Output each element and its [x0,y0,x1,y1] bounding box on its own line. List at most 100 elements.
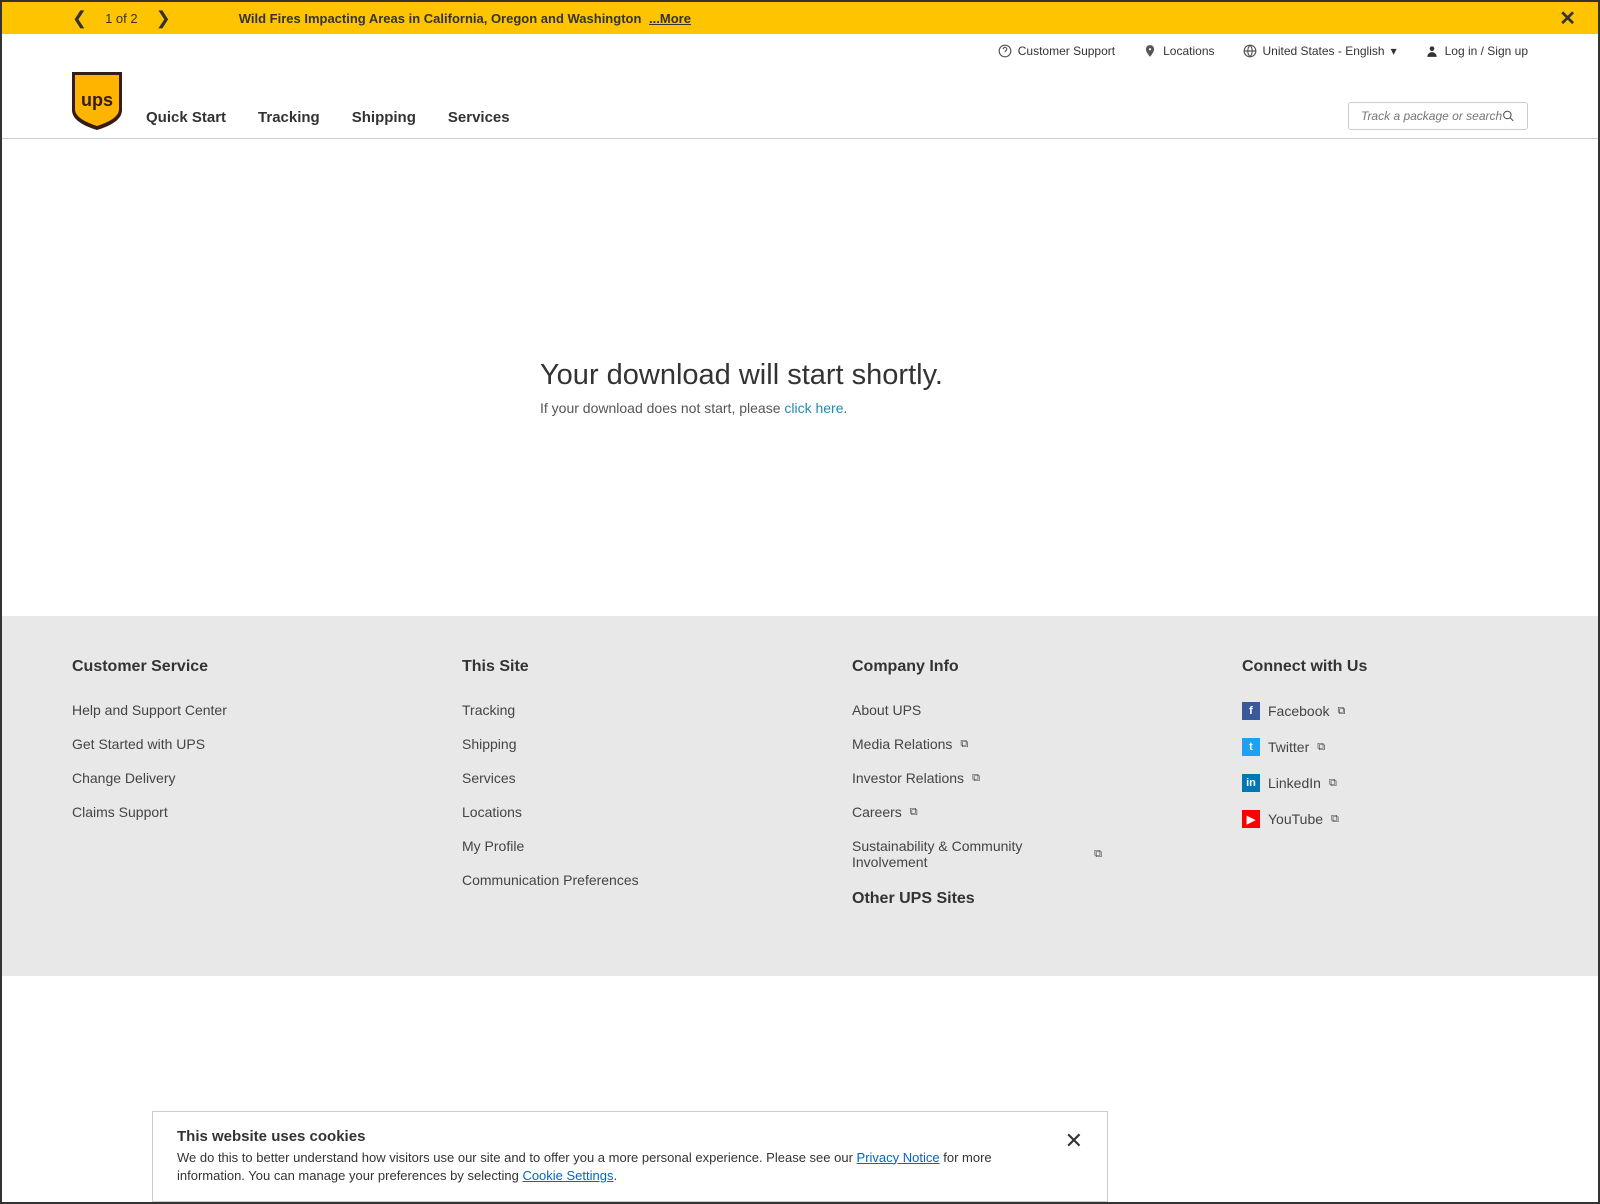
linkedin-icon: in [1242,774,1260,792]
footer-heading-cs: Customer Service [72,658,322,676]
header-main: ups Quick Start Tracking Shipping Servic… [72,72,1528,138]
external-link-icon: ⧉ [1317,741,1325,754]
youtube-label: YouTube [1268,811,1323,827]
external-link-icon: ⧉ [1331,813,1339,826]
cookie-title: This website uses cookies [177,1128,1045,1145]
nav-quick-start[interactable]: Quick Start [146,109,226,126]
footer-link-investor-label: Investor Relations [852,770,964,786]
location-icon [1143,44,1157,58]
ups-logo[interactable]: ups [72,72,122,130]
footer-link-tracking[interactable]: Tracking [462,702,712,718]
chevron-down-icon: ▾ [1391,44,1397,58]
nav-shipping[interactable]: Shipping [352,109,416,126]
login-label: Log in / Sign up [1445,44,1528,58]
nav-services[interactable]: Services [448,109,510,126]
cookie-text-1: We do this to better understand how visi… [177,1150,857,1165]
cookie-banner: This website uses cookies We do this to … [152,1111,1108,1202]
footer-link-change-delivery[interactable]: Change Delivery [72,770,322,786]
footer-link-careers[interactable]: Careers ⧉ [852,804,1102,820]
svg-text:ups: ups [81,90,113,110]
external-link-icon: ⧉ [972,772,980,785]
nav-tracking[interactable]: Tracking [258,109,320,126]
footer-link-help[interactable]: Help and Support Center [72,702,322,718]
footer: Customer Service Help and Support Center… [2,616,1598,976]
help-icon [998,44,1012,58]
top-links: Customer Support Locations United States… [72,44,1528,58]
cookie-settings-link[interactable]: Cookie Settings [522,1168,613,1183]
footer-link-services[interactable]: Services [462,770,712,786]
footer-link-facebook[interactable]: fFacebook⧉ [1242,702,1367,720]
footer-heading-other-sites: Other UPS Sites [852,890,1102,908]
locations-link[interactable]: Locations [1143,44,1214,58]
footer-col-customer-service: Customer Service Help and Support Center… [72,658,322,934]
alert-close-icon[interactable]: ✕ [1559,6,1576,31]
download-text-prefix: If your download does not start, please [540,400,784,416]
footer-col-this-site: This Site Tracking Shipping Services Loc… [462,658,712,934]
alert-counter: 1 of 2 [105,11,138,26]
download-heading: Your download will start shortly. [540,359,1150,392]
footer-link-sustainability[interactable]: Sustainability & Community Involvement ⧉ [852,838,1102,870]
linkedin-label: LinkedIn [1268,775,1321,791]
footer-link-media[interactable]: Media Relations ⧉ [852,736,1102,752]
footer-col-connect: Connect with Us f Facebook ⧉ t Twitter ⧉ in L… [1242,658,1367,934]
main-nav: Quick Start Tracking Shipping Services [146,109,510,138]
external-link-icon: ⧉ [960,738,968,751]
twitter-label: Twitter [1268,739,1309,755]
footer-link-twitter[interactable]: t Twitter ⧉ [1242,738,1367,756]
footer-link-media-label: Media Relations [852,736,952,752]
search-box[interactable] [1348,102,1528,130]
login-link[interactable]: Log in / Sign up [1425,44,1528,58]
alert-banner: ❮ 1 of 2 ❯ Wild Fires Impacting Areas in… [2,2,1598,34]
footer-link-comm-prefs[interactable]: Communication Preferences [462,872,712,888]
footer-link-about[interactable]: About UPS [852,702,1102,718]
footer-link-sustainability-label: Sustainability & Community Involvement [852,838,1086,870]
twitter-icon: t [1242,738,1260,756]
external-link-icon: ⧉ [910,806,918,819]
cookie-content: This website uses cookies We do this to … [177,1128,1045,1185]
alert-next-icon[interactable]: ❯ [156,8,171,29]
privacy-notice-link[interactable]: Privacy Notice [857,1150,940,1165]
footer-col-company: Company Info About UPS Media Relations⧉ … [852,658,1102,934]
search-icon[interactable] [1502,109,1515,123]
facebook-icon: f [1242,702,1260,720]
globe-icon [1243,44,1257,58]
header-left: ups Quick Start Tracking Shipping Servic… [72,72,510,138]
footer-link-locations[interactable]: Locations [462,804,712,820]
locale-label: United States - English [1263,44,1385,58]
footer-link-shipping[interactable]: Shipping [462,736,712,752]
footer-link-careers-label: Careers [852,804,902,820]
footer-link-get-started[interactable]: Get Started with UPS [72,736,322,752]
footer-link-profile[interactable]: My Profile [462,838,712,854]
alert-message: Wild Fires Impacting Areas in California… [239,11,691,26]
download-text: If your download does not start, please … [540,400,1150,416]
search-input[interactable] [1361,109,1502,123]
external-link-icon: ⧉ [1329,777,1337,790]
cookie-text: We do this to better understand how visi… [177,1149,1045,1185]
alert-message-text: Wild Fires Impacting Areas in California… [239,11,642,26]
youtube-icon: ▶ [1242,810,1260,828]
facebook-label: Facebook [1268,703,1329,719]
customer-support-link[interactable]: Customer Support [998,44,1115,58]
alert-more-link[interactable]: ...More [649,11,691,26]
main-content: Your download will start shortly. If you… [2,139,1598,616]
download-text-suffix: . [844,400,848,416]
alert-navigation: ❮ 1 of 2 ❯ [72,8,171,29]
footer-link-claims[interactable]: Claims Support [72,804,322,820]
footer-heading-connect: Connect with Us [1242,658,1367,676]
cookie-close-icon[interactable]: ✕ [1065,1128,1083,1154]
cookie-text-3: . [614,1168,618,1183]
user-icon [1425,44,1439,58]
locations-label: Locations [1163,44,1214,58]
header: Customer Support Locations United States… [2,34,1598,139]
content-inner: Your download will start shortly. If you… [450,359,1150,416]
footer-link-linkedin[interactable]: in LinkedIn ⧉ [1242,774,1367,792]
footer-link-youtube[interactable]: ▶ YouTube ⧉ [1242,810,1367,828]
footer-heading-site: This Site [462,658,712,676]
locale-selector[interactable]: United States - English ▾ [1243,44,1397,58]
customer-support-label: Customer Support [1018,44,1115,58]
download-click-here-link[interactable]: click here [784,400,843,416]
footer-link-investor[interactable]: Investor Relations ⧉ [852,770,1102,786]
footer-heading-company: Company Info [852,658,1102,676]
alert-prev-icon[interactable]: ❮ [72,8,87,29]
external-link-icon: ⧉ [1094,848,1102,861]
